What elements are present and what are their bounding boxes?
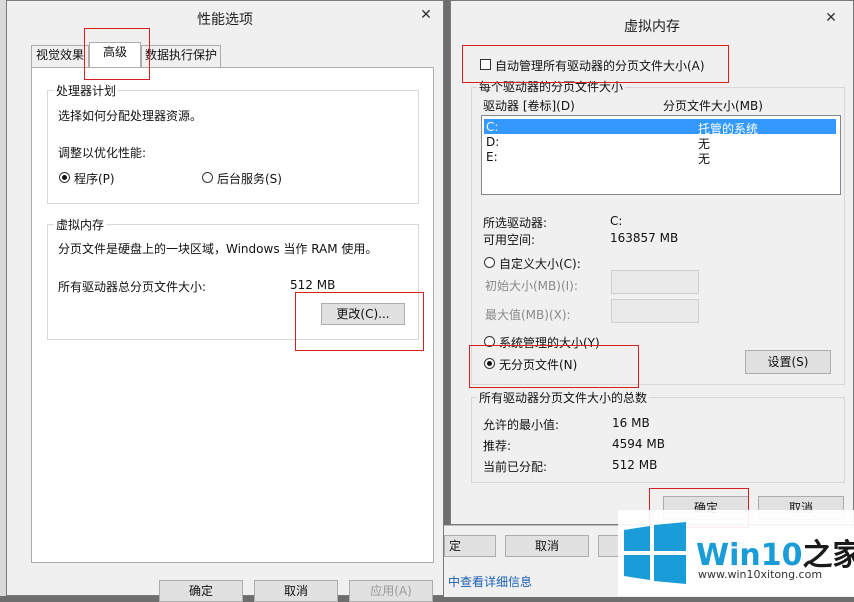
min-label: 允许的最小值: — [483, 418, 560, 432]
ok-button[interactable]: 确定 — [159, 580, 243, 602]
min-value: 16 MB — [612, 416, 650, 430]
tab-visual-effects[interactable]: 视觉效果 — [31, 45, 89, 67]
drive-row-d[interactable]: D: 无 — [484, 134, 836, 151]
performance-options-dialog: 性能选项 ✕ 视觉效果 高级 数据执行保护 处理器计划 选择如何分配处理器资源。… — [6, 0, 444, 602]
drive-letter: D: — [486, 135, 500, 149]
vm-legend: 虚拟内存 — [54, 216, 107, 233]
current-value: 512 MB — [612, 458, 658, 472]
highlight-advanced-tab — [84, 28, 150, 80]
watermark: Win10之家 www.win10xitong.com — [618, 510, 854, 596]
dialog-title: 性能选项 — [197, 12, 253, 28]
initial-size-label: 初始大小(MB)(I): — [485, 279, 578, 293]
max-size-input[interactable] — [611, 299, 699, 323]
tab-dep[interactable]: 数据执行保护 — [141, 45, 221, 67]
free-space-label: 可用空间: — [483, 233, 536, 247]
virtual-memory-dialog: 虚拟内存 ✕ 自动管理所有驱动器的分页文件大小(A) 每个驱动器的分页文件大小 … — [450, 0, 854, 528]
windows-logo-icon — [624, 522, 686, 584]
free-space-value: 163857 MB — [610, 231, 679, 245]
cancel-button[interactable]: 取消 — [254, 580, 338, 602]
radio-programs[interactable] — [59, 172, 70, 183]
set-button[interactable]: 设置(S) — [745, 350, 831, 374]
max-size-label: 最大值(MB)(X): — [485, 308, 571, 322]
bg-details-link[interactable]: 中查看详细信息 — [448, 573, 532, 590]
apply-button[interactable]: 应用(A) — [349, 580, 433, 602]
recommended-label: 推荐: — [483, 439, 512, 453]
drive-listbox[interactable]: C: 托管的系统 D: 无 E: 无 — [481, 115, 841, 195]
processor-desc: 选择如何分配处理器资源。 — [58, 109, 203, 123]
radio-programs-label[interactable]: 程序(P) — [74, 170, 115, 187]
vm-dialog-title: 虚拟内存 — [624, 19, 680, 35]
drive-size: 无 — [698, 152, 711, 166]
selected-drive-value: C: — [610, 214, 623, 228]
close-icon[interactable]: ✕ — [412, 7, 440, 25]
custom-size-label[interactable]: 自定义大小(C): — [499, 255, 581, 272]
radio-background[interactable] — [202, 172, 213, 183]
vm-total-label: 所有驱动器总分页文件大小: — [58, 280, 207, 294]
vm-total-value: 512 MB — [290, 278, 336, 292]
selected-drive-label: 所选驱动器: — [483, 216, 548, 230]
processor-legend: 处理器计划 — [54, 82, 119, 99]
highlight-no-paging — [469, 345, 639, 388]
highlight-change-button — [295, 292, 424, 351]
watermark-url: www.win10xitong.com — [698, 568, 823, 581]
current-label: 当前已分配: — [483, 460, 548, 474]
close-icon[interactable]: ✕ — [817, 10, 845, 28]
drive-letter: E: — [486, 150, 498, 164]
bg-cancel-button[interactable]: 取消 — [505, 535, 589, 557]
drive-row-c[interactable]: C: 托管的系统 — [484, 119, 836, 136]
recommended-value: 4594 MB — [612, 437, 665, 451]
radio-custom-size[interactable] — [484, 257, 495, 268]
vm-desc: 分页文件是硬盘上的一块区域，Windows 当作 RAM 使用。 — [58, 242, 378, 256]
drive-letter: C: — [486, 120, 499, 134]
col-drive-header: 驱动器 [卷标](D) — [483, 99, 575, 113]
adjust-label: 调整以优化性能: — [58, 146, 147, 160]
col-size-header: 分页文件大小(MB) — [663, 99, 763, 113]
highlight-auto-manage — [462, 45, 729, 83]
initial-size-input[interactable] — [611, 270, 699, 294]
drive-row-e[interactable]: E: 无 — [484, 149, 836, 166]
bg-ok-button[interactable]: 定 — [444, 535, 496, 557]
totals-legend: 所有驱动器分页文件大小的总数 — [477, 389, 650, 406]
radio-background-label[interactable]: 后台服务(S) — [217, 170, 282, 187]
